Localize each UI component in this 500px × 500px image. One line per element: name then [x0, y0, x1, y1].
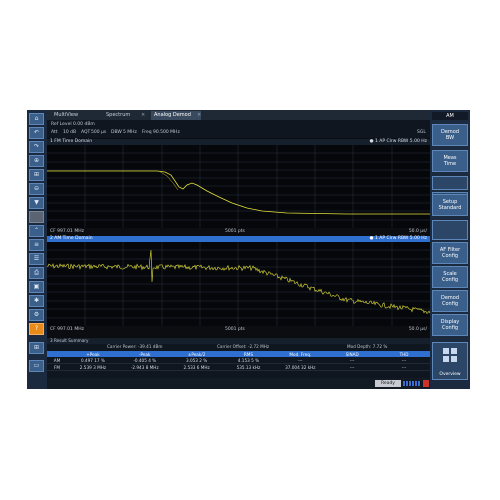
am-plot-footer: CF 997.01 MHz 5001 pts 50.0 µs/ — [47, 327, 430, 332]
demod-bw-button[interactable]: Demod BW — [432, 124, 468, 146]
carrier-offset: Carrier Offset: -2.72 MHz — [217, 344, 270, 349]
tab-multiview[interactable]: MultiView — [51, 111, 99, 120]
table-cell: --- — [326, 363, 379, 371]
zoom-out-icon[interactable]: ⊖ — [29, 183, 44, 195]
table-row: FM 2.539 3 MHz -2.943 8 MHz 2.533 6 MHz … — [47, 363, 430, 371]
close-icon[interactable]: × — [197, 111, 201, 120]
record-indicator-icon — [423, 380, 429, 387]
result-summary-carrier: Carrier Power: -39.41 dBm Carrier Offset… — [47, 344, 430, 350]
zoom-icon[interactable]: ⊕ — [29, 155, 44, 167]
table-cell: 37.004 32 kHz — [274, 363, 327, 371]
home-icon[interactable]: ⌂ — [29, 113, 44, 125]
tab-bar: MultiView Spectrum × Analog Demod × — [47, 110, 430, 120]
empty-softkey[interactable] — [432, 176, 468, 190]
close-icon[interactable]: × — [141, 111, 145, 120]
print-icon[interactable]: ⎙ — [29, 267, 44, 279]
save-icon[interactable]: ▣ — [29, 281, 44, 293]
measurement-info-bar[interactable]: Ref Level 0.00 dBm Att 10 dB AQT 500 µs … — [47, 120, 430, 138]
fm-plot-svg — [47, 145, 430, 228]
aqt-value: 500 µs — [91, 130, 107, 135]
mod-depth: Mod Depth: 7.72 % — [347, 344, 388, 349]
am-time-div: 50.0 µs/ — [408, 327, 427, 332]
fm-points: 5001 pts — [225, 229, 245, 234]
fm-grid — [47, 145, 430, 228]
am-points: 5001 pts — [225, 327, 245, 332]
status-bar: Ready — [47, 378, 430, 389]
sgl-indicator: SGL — [417, 130, 426, 135]
table-cell: FM — [47, 363, 67, 371]
overview-label: Overview — [439, 372, 461, 377]
am-trace — [46, 249, 431, 314]
zoom-multi-icon[interactable]: ⊞ — [29, 169, 44, 181]
marker-list-icon[interactable]: ☰ — [29, 253, 44, 265]
help-icon[interactable]: ? — [29, 323, 44, 335]
display-icon[interactable]: ▭ — [29, 360, 44, 372]
demod-config-button[interactable]: Demod Config — [432, 290, 468, 312]
ref-level: Ref Level 0.00 dBm — [51, 122, 95, 127]
am-time-domain-plot[interactable] — [46, 242, 431, 326]
dbw-label: DBW — [111, 130, 122, 135]
undo-icon[interactable]: ↶ — [29, 127, 44, 139]
table-cell: --- — [378, 363, 430, 371]
fm-center-freq: CF 997.01 MHz — [50, 229, 84, 234]
dbw-value: 5 MHz — [123, 130, 137, 135]
tab-analog-demod[interactable]: Analog Demod — [151, 111, 201, 120]
fm-trace — [47, 170, 430, 215]
fm-time-div: 50.0 µs/ — [408, 229, 427, 234]
result-summary[interactable]: 3 Result Summary Carrier Power: -39.41 d… — [47, 338, 430, 378]
overview-button[interactable]: Overview — [432, 342, 468, 380]
am-plot-svg — [46, 242, 431, 326]
freq-label: Freq — [142, 130, 152, 135]
status-ready: Ready — [375, 380, 401, 387]
windows-icon[interactable]: ⊞ — [29, 342, 44, 354]
am-grid — [47, 242, 430, 326]
table-cell: 2.533 6 MHz — [170, 363, 223, 371]
mode-label: AM — [432, 112, 468, 120]
left-toolbar: ⌂ ↶ ↷ ⊕ ⊞ ⊖ ▼ ⌃ ≡ ☰ ⎙ ▣ ✱ ⚙ ? ⊞ ▭ — [27, 110, 47, 389]
overview-icon — [443, 348, 457, 362]
fm-plot-footer: CF 997.01 MHz 5001 pts 50.0 µs/ — [47, 229, 430, 234]
analyzer-screen: ⌂ ↶ ↷ ⊕ ⊞ ⊖ ▼ ⌃ ≡ ☰ ⎙ ▣ ✱ ⚙ ? ⊞ ▭ MultiV… — [27, 110, 470, 389]
result-table: +Peak -Peak ±Peak/2 RMS Mod. Freq. SINAD… — [47, 351, 430, 371]
blank-tool-icon[interactable] — [29, 211, 44, 223]
peak-search-icon[interactable]: ⌃ — [29, 225, 44, 237]
redo-icon[interactable]: ↷ — [29, 141, 44, 153]
freq-value: 90.500 MHz — [153, 130, 180, 135]
table-cell: -2.943 8 MHz — [118, 363, 171, 371]
table-cell: 2.539 3 MHz — [67, 363, 119, 371]
tool-icon[interactable]: ⚙ — [29, 309, 44, 321]
af-filter-config-button[interactable]: AF Filter Config — [432, 242, 468, 264]
progress-indicator — [403, 381, 421, 386]
att-label: Att — [51, 130, 58, 135]
am-center-freq: CF 997.01 MHz — [50, 327, 84, 332]
empty-softkey[interactable] — [432, 220, 468, 240]
scale-config-button[interactable]: Scale Config — [432, 266, 468, 288]
fm-time-domain-plot[interactable] — [47, 145, 430, 228]
table-cell: 535.13 kHz — [222, 363, 275, 371]
setup-standard-button[interactable]: Setup Standard — [432, 194, 468, 216]
spectrogram-icon[interactable]: ≡ — [29, 239, 44, 251]
carrier-power: Carrier Power: -39.41 dBm — [107, 344, 163, 349]
settings-icon[interactable]: ✱ — [29, 295, 44, 307]
aqt-label: AQT — [81, 130, 91, 135]
meas-time-button[interactable]: Meas Time — [432, 150, 468, 172]
softkey-panel: AM Demod BW Meas Time Setup Standard AF … — [430, 110, 470, 389]
marker-icon[interactable]: ▼ — [29, 197, 44, 209]
display-config-button[interactable]: Display Config — [432, 314, 468, 336]
att-value: 10 dB — [63, 130, 77, 135]
